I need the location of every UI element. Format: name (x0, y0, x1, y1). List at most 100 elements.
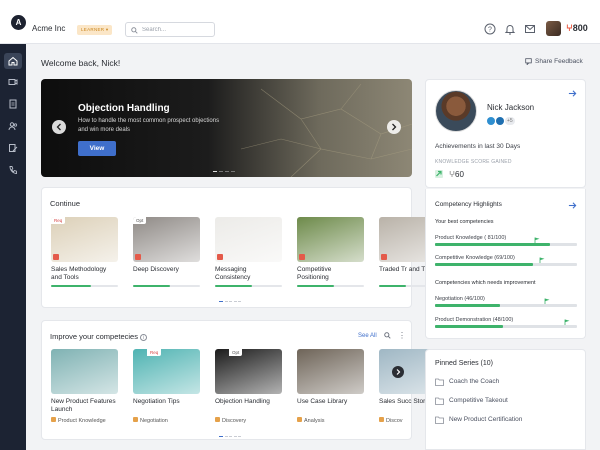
top-bar: A Acme Inc LEARNER ▾ ? ⵖ800 (0, 0, 600, 44)
svg-text:?: ? (488, 27, 492, 34)
course-title[interactable]: New Product Features Launch (51, 398, 118, 414)
sidebar-item-calls[interactable] (4, 162, 22, 178)
competency-row[interactable]: Product Knowledge ( 81/100) (435, 235, 577, 246)
folder-icon (435, 416, 444, 424)
knowledge-score-value: ⵖ60 (435, 170, 464, 179)
competency-tag: Analysis (297, 417, 364, 424)
competency-bar-fill (435, 304, 501, 307)
badge-icon (487, 117, 495, 125)
sidebar-item-people[interactable] (4, 118, 22, 134)
help-icon[interactable]: ? (484, 23, 496, 35)
improve-tile[interactable]: Use Case Library Analysis (297, 349, 364, 424)
improve-card: Improve your competecies i See All ⋮ New … (41, 320, 446, 440)
sidebar-item-documents[interactable] (4, 96, 22, 112)
bell-icon[interactable] (504, 23, 516, 35)
improve-tile[interactable]: New Product Features Launch Product Knowl… (51, 349, 118, 424)
hero-view-button[interactable]: View (78, 141, 116, 156)
improve-next-button[interactable] (392, 366, 404, 378)
course-thumbnail[interactable] (51, 349, 118, 394)
course-title[interactable]: Objection Handling (215, 398, 282, 414)
continue-tile[interactable]: Opt Deep Discovery (133, 217, 200, 287)
pinned-series-item[interactable]: Competitive Takeout (435, 397, 508, 405)
target-flag-icon (544, 298, 550, 304)
course-thumbnail[interactable]: Req (51, 217, 118, 262)
competency-tag-label: Analysis (304, 418, 325, 424)
course-title[interactable]: Messaging Consistency (215, 266, 282, 282)
competency-card: Competency Highlights Your best competen… (425, 189, 586, 339)
competency-bar (435, 319, 577, 328)
hero-banner[interactable]: Objection Handling How to handle the mos… (41, 79, 412, 177)
course-title[interactable]: Negotiation Tips (133, 398, 200, 414)
course-thumbnail[interactable]: Opt (133, 217, 200, 262)
course-title[interactable]: Deep Discovery (133, 266, 200, 282)
course-thumbnail[interactable]: Opt (215, 349, 282, 394)
pinned-series-label: Coach the Coach (449, 378, 500, 385)
course-progress-fill (379, 285, 406, 287)
see-all-link[interactable]: See All (358, 333, 377, 339)
sidebar-item-edit[interactable] (4, 140, 22, 156)
tag-icon (215, 417, 220, 422)
pinned-series-item[interactable]: Coach the Coach (435, 378, 500, 386)
tag-icon (297, 417, 302, 422)
points-display: ⵖ800 (566, 23, 588, 34)
sidebar-item-home[interactable] (4, 53, 22, 69)
search-icon[interactable] (384, 332, 391, 339)
course-type-icon (299, 254, 305, 260)
course-thumbnail[interactable] (297, 217, 364, 262)
people-icon (8, 122, 18, 131)
profile-badges[interactable]: +5 (487, 117, 515, 125)
company-logo[interactable]: A (11, 15, 26, 30)
continue-tile[interactable]: Competitive Positioning (297, 217, 364, 287)
course-thumbnail[interactable] (297, 349, 364, 394)
competency-row[interactable]: Competitive Knowledge (69/100) (435, 255, 577, 266)
improve-tile[interactable]: Req Negotiation Tips Negotiation (133, 349, 200, 424)
continue-tile[interactable]: Req Sales Methodology and Tools (51, 217, 118, 287)
competency-tag: Discovery (215, 417, 282, 424)
course-title[interactable]: Competitive Positioning (297, 266, 364, 282)
continue-card: Continue Req Sales Methodology and Tools O… (41, 187, 446, 308)
search-input[interactable] (142, 25, 212, 35)
sidebar (0, 44, 26, 450)
course-type-icon (217, 254, 223, 260)
competency-row[interactable]: Negotiation (46/100) (435, 296, 577, 307)
improve-tile[interactable]: Opt Objection Handling Discovery (215, 349, 282, 424)
course-title[interactable]: Use Case Library (297, 398, 364, 414)
arrow-right-icon[interactable] (568, 201, 577, 210)
info-icon[interactable]: i (139, 334, 147, 341)
competency-title: Competency Highlights (435, 201, 502, 208)
improve-title: Improve your competecies i (50, 332, 147, 341)
improve-pagination (219, 432, 243, 439)
share-feedback-button[interactable]: Share Feedback (525, 58, 583, 65)
achievements-label: Achievements in last 30 Days (435, 143, 521, 150)
tag-icon (51, 417, 56, 422)
course-progress-fill (51, 285, 92, 287)
continue-tile[interactable]: Messaging Consistency (215, 217, 282, 287)
course-type-icon (53, 254, 59, 260)
competency-label: Product Knowledge ( 81/100) (435, 235, 507, 241)
course-thumbnail[interactable] (215, 217, 282, 262)
course-progress-fill (297, 285, 334, 287)
arrow-right-icon[interactable] (568, 89, 577, 98)
hero-title: Objection Handling (78, 103, 170, 114)
pinned-series-label: Competitive Takeout (449, 397, 508, 404)
search-box[interactable] (125, 22, 215, 37)
best-competencies-label: Your best competencies (435, 219, 494, 225)
role-badge[interactable]: LEARNER ▾ (77, 25, 113, 35)
profile-photo[interactable] (435, 90, 477, 132)
course-title[interactable]: Sales Methodology and Tools (51, 266, 118, 282)
sidebar-item-videos[interactable] (4, 74, 22, 90)
target-flag-icon (534, 237, 540, 243)
course-progress (297, 285, 364, 287)
hero-prev-button[interactable] (52, 120, 66, 134)
points-value: 800 (572, 23, 588, 33)
course-progress (51, 285, 118, 287)
user-avatar[interactable] (546, 21, 561, 36)
continue-pagination (219, 297, 243, 304)
course-thumbnail[interactable]: Req (133, 349, 200, 394)
more-options-icon[interactable]: ⋮ (398, 331, 406, 340)
pinned-series-item[interactable]: New Product Certification (435, 416, 522, 424)
chevron-right-icon (392, 123, 397, 131)
hero-next-button[interactable] (387, 120, 401, 134)
competency-row[interactable]: Product Demonstration (48/100) (435, 317, 577, 328)
mail-icon[interactable] (524, 23, 536, 35)
